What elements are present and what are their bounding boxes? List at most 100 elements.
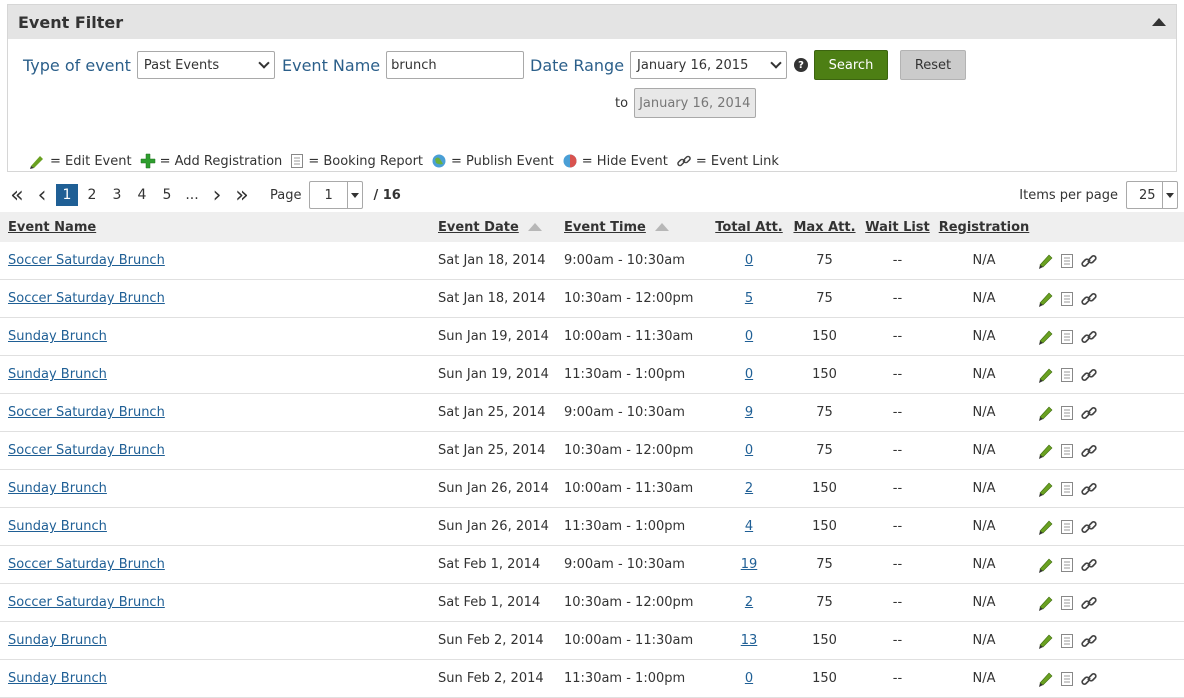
event-name-link[interactable]: Soccer Saturday Brunch: [8, 253, 165, 268]
pencil-icon[interactable]: [1036, 290, 1054, 308]
link-icon[interactable]: [1080, 442, 1098, 460]
event-name-cell: Sunday Brunch: [0, 659, 438, 698]
header-event-time[interactable]: Event Time: [564, 212, 710, 242]
event-name-link[interactable]: Soccer Saturday Brunch: [8, 291, 165, 306]
report-icon[interactable]: [1059, 556, 1075, 574]
page-1-button[interactable]: 1: [56, 184, 78, 206]
event-name-link[interactable]: Sunday Brunch: [8, 329, 107, 344]
link-icon[interactable]: [1080, 480, 1098, 498]
event-time-cell: 10:30am - 12:00pm: [564, 431, 710, 470]
report-icon[interactable]: [1059, 442, 1075, 460]
pencil-icon[interactable]: [1036, 404, 1054, 422]
pencil-icon[interactable]: [1036, 252, 1054, 270]
report-icon[interactable]: [1059, 366, 1075, 384]
total-att-link[interactable]: 0: [745, 367, 753, 382]
total-att-link[interactable]: 4: [745, 519, 753, 534]
event-name-link[interactable]: Soccer Saturday Brunch: [8, 405, 165, 420]
event-name-link[interactable]: Soccer Saturday Brunch: [8, 443, 165, 458]
total-att-link[interactable]: 2: [745, 481, 753, 496]
event-name-link[interactable]: Soccer Saturday Brunch: [8, 557, 165, 572]
date-range-from-select[interactable]: January 16, 2015: [630, 51, 788, 79]
page-select[interactable]: 1: [309, 181, 364, 209]
header-wait-list[interactable]: Wait List: [861, 212, 934, 242]
event-name-input[interactable]: brunch: [386, 51, 525, 79]
link-icon[interactable]: [1080, 670, 1098, 688]
wait-list-cell: --: [861, 507, 934, 546]
pencil-icon[interactable]: [1036, 366, 1054, 384]
page-2-button[interactable]: 2: [81, 184, 103, 206]
total-att-link[interactable]: 0: [745, 253, 753, 268]
event-filter-header[interactable]: Event Filter: [8, 5, 1176, 39]
header-event-name[interactable]: Event Name: [0, 212, 438, 242]
total-att-link[interactable]: 0: [745, 329, 753, 344]
report-icon[interactable]: [1059, 328, 1075, 346]
total-att-link[interactable]: 5: [745, 291, 753, 306]
search-button[interactable]: Search: [814, 50, 888, 80]
pencil-icon[interactable]: [1036, 442, 1054, 460]
header-registration[interactable]: Registration: [934, 212, 1034, 242]
report-icon[interactable]: [1059, 290, 1075, 308]
link-icon[interactable]: [1080, 290, 1098, 308]
page-4-button[interactable]: 4: [131, 184, 153, 206]
max-att-cell: 150: [788, 659, 861, 698]
more-pages-button[interactable]: ...: [181, 184, 203, 206]
link-icon[interactable]: [1080, 366, 1098, 384]
link-icon[interactable]: [1080, 594, 1098, 612]
type-of-event-select[interactable]: Past Events: [136, 51, 275, 79]
report-icon[interactable]: [1059, 480, 1075, 498]
event-time-cell: 10:00am - 11:30am: [564, 317, 710, 356]
max-att-cell: 75: [788, 279, 861, 318]
event-name-link[interactable]: Soccer Saturday Brunch: [8, 595, 165, 610]
next-page-button[interactable]: ›: [206, 183, 228, 208]
header-total-att[interactable]: Total Att.: [710, 212, 788, 242]
report-icon[interactable]: [1059, 632, 1075, 650]
header-event-date[interactable]: Event Date: [438, 212, 564, 242]
icon-legend: = Edit Event = Add Registration = Bookin…: [28, 153, 787, 169]
report-icon[interactable]: [1059, 594, 1075, 612]
total-att-link[interactable]: 19: [741, 557, 758, 572]
link-icon[interactable]: [1080, 404, 1098, 422]
link-icon[interactable]: [1080, 518, 1098, 536]
first-page-button[interactable]: «: [6, 183, 28, 208]
page-3-button[interactable]: 3: [106, 184, 128, 206]
page-5-button[interactable]: 5: [156, 184, 178, 206]
report-icon[interactable]: [1059, 404, 1075, 422]
event-name-link[interactable]: Sunday Brunch: [8, 481, 107, 496]
total-att-link[interactable]: 13: [741, 633, 758, 648]
wait-list-cell: --: [861, 583, 934, 622]
link-icon[interactable]: [1080, 252, 1098, 270]
event-name-link[interactable]: Sunday Brunch: [8, 671, 107, 686]
table-row: Sunday Brunch Sun Jan 26, 2014 10:00am - 1…: [0, 469, 1184, 508]
pencil-icon[interactable]: [1036, 594, 1054, 612]
link-icon[interactable]: [1080, 328, 1098, 346]
event-name-link[interactable]: Sunday Brunch: [8, 367, 107, 382]
report-icon[interactable]: [1059, 518, 1075, 536]
link-icon[interactable]: [1080, 632, 1098, 650]
items-per-page-select[interactable]: 25: [1126, 181, 1178, 209]
report-icon[interactable]: [1059, 252, 1075, 270]
header-max-att[interactable]: Max Att.: [788, 212, 861, 242]
pencil-icon[interactable]: [1036, 632, 1054, 650]
dropdown-arrow-icon: [1162, 182, 1177, 208]
actions-cell: [1034, 507, 1184, 546]
total-att-link[interactable]: 0: [745, 443, 753, 458]
total-att-link[interactable]: 0: [745, 671, 753, 686]
last-page-button[interactable]: »: [231, 183, 253, 208]
report-icon[interactable]: [1059, 670, 1075, 688]
event-name-link[interactable]: Sunday Brunch: [8, 633, 107, 648]
pencil-icon[interactable]: [1036, 670, 1054, 688]
total-att-link[interactable]: 2: [745, 595, 753, 610]
prev-page-button[interactable]: ‹: [31, 183, 53, 208]
reset-button[interactable]: Reset: [900, 50, 966, 80]
pencil-icon[interactable]: [1036, 518, 1054, 536]
pencil-icon[interactable]: [1036, 480, 1054, 498]
pencil-icon[interactable]: [1036, 328, 1054, 346]
event-date-cell: Sat Feb 1, 2014: [438, 545, 564, 584]
pencil-icon[interactable]: [1036, 556, 1054, 574]
table-row: Soccer Saturday Brunch Sat Jan 18, 2014 9:…: [0, 242, 1184, 280]
total-att-link[interactable]: 9: [745, 405, 753, 420]
collapse-icon[interactable]: [1152, 18, 1166, 26]
event-name-link[interactable]: Sunday Brunch: [8, 519, 107, 534]
help-icon[interactable]: ?: [794, 58, 809, 72]
link-icon[interactable]: [1080, 556, 1098, 574]
